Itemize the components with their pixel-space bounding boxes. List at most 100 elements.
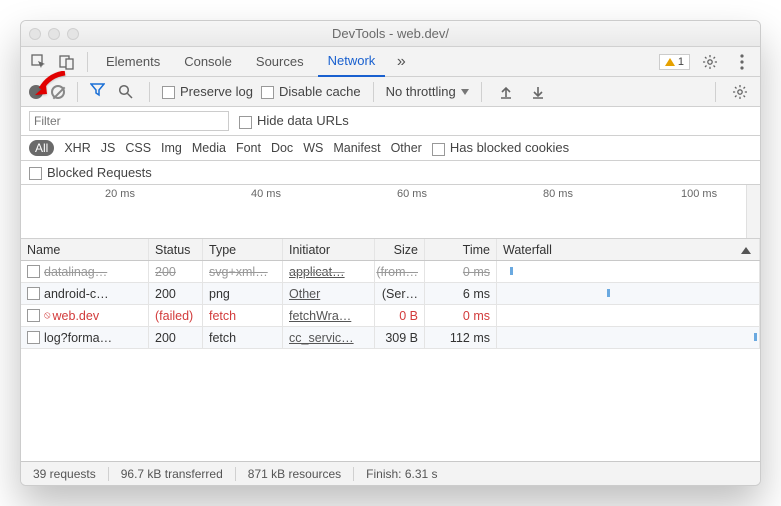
tab-elements[interactable]: Elements <box>96 47 170 77</box>
blocked-requests-label: Blocked Requests <box>47 165 152 180</box>
cell-waterfall <box>497 283 760 304</box>
search-icon[interactable] <box>113 80 137 104</box>
table-row[interactable]: log?forma…200fetchcc_servic…309 B112 ms <box>21 327 760 349</box>
timeline-tick: 20 ms <box>105 188 135 200</box>
disable-cache-checkbox[interactable]: Disable cache <box>261 84 361 99</box>
preserve-log-label: Preserve log <box>180 84 253 99</box>
cell-size: (from… <box>375 261 425 282</box>
cell-status: 200 <box>149 327 203 348</box>
col-size[interactable]: Size <box>375 239 425 260</box>
row-checkbox[interactable] <box>27 331 40 344</box>
col-initiator[interactable]: Initiator <box>283 239 375 260</box>
col-type[interactable]: Type <box>203 239 283 260</box>
cell-initiator[interactable]: fetchWra… <box>283 305 375 326</box>
timeline-overview[interactable]: 20 ms 40 ms 60 ms 80 ms 100 ms <box>21 185 760 239</box>
filter-other[interactable]: Other <box>391 141 422 155</box>
table-row[interactable]: ⦸web.dev(failed)fetchfetchWra…0 B0 ms <box>21 305 760 327</box>
filter-js[interactable]: JS <box>101 141 116 155</box>
filter-doc[interactable]: Doc <box>271 141 293 155</box>
filter-bar: Hide data URLs <box>21 107 760 136</box>
col-time[interactable]: Time <box>425 239 497 260</box>
filter-icon[interactable] <box>90 82 105 101</box>
import-har-icon[interactable] <box>494 80 518 104</box>
tab-network[interactable]: Network <box>318 47 386 77</box>
tab-console[interactable]: Console <box>174 47 242 77</box>
separator <box>373 82 374 102</box>
warnings-badge[interactable]: 1 <box>659 54 690 70</box>
hide-data-urls-checkbox[interactable]: Hide data URLs <box>239 113 349 128</box>
cell-name: ⦸web.dev <box>21 305 149 326</box>
chevron-down-icon <box>461 89 469 95</box>
settings-icon[interactable] <box>698 50 722 74</box>
preserve-log-checkbox[interactable]: Preserve log <box>162 84 253 99</box>
separator <box>149 82 150 102</box>
filter-manifest[interactable]: Manifest <box>333 141 380 155</box>
filter-input[interactable] <box>29 111 229 131</box>
cell-waterfall <box>497 305 760 326</box>
cell-size: (Ser… <box>375 283 425 304</box>
export-har-icon[interactable] <box>526 80 550 104</box>
table-body: datalinag…200svg+xml…applicat…(from…0 ms… <box>21 261 760 349</box>
table-row[interactable]: datalinag…200svg+xml…applicat…(from…0 ms <box>21 261 760 283</box>
filter-ws[interactable]: WS <box>303 141 323 155</box>
cell-initiator[interactable]: Other <box>283 283 375 304</box>
filter-xhr[interactable]: XHR <box>64 141 90 155</box>
col-status[interactable]: Status <box>149 239 203 260</box>
cell-name: log?forma… <box>21 327 149 348</box>
device-toggle-icon[interactable] <box>55 50 79 74</box>
cell-initiator[interactable]: applicat… <box>283 261 375 282</box>
warnings-count: 1 <box>678 56 684 68</box>
timeline-tick: 100 ms <box>681 188 717 200</box>
cell-type: png <box>203 283 283 304</box>
status-requests: 39 requests <box>21 467 109 481</box>
blocked-cookies-checkbox[interactable]: Has blocked cookies <box>432 140 569 155</box>
cell-initiator[interactable]: cc_servic… <box>283 327 375 348</box>
filter-css[interactable]: CSS <box>125 141 151 155</box>
table-header: Name Status Type Initiator Size Time Wat… <box>21 239 760 261</box>
col-name[interactable]: Name <box>21 239 149 260</box>
requests-table: Name Status Type Initiator Size Time Wat… <box>21 239 760 461</box>
window-title: DevTools - web.dev/ <box>21 26 760 41</box>
separator <box>715 82 716 102</box>
disable-cache-label: Disable cache <box>279 84 361 99</box>
separator <box>77 82 78 102</box>
status-bar: 39 requests 96.7 kB transferred 871 kB r… <box>21 461 760 485</box>
clear-icon[interactable] <box>51 85 65 99</box>
network-settings-icon[interactable] <box>728 80 752 104</box>
filter-font[interactable]: Font <box>236 141 261 155</box>
status-resources: 871 kB resources <box>236 467 354 481</box>
timeline-tick: 80 ms <box>543 188 573 200</box>
inspect-icon[interactable] <box>27 50 51 74</box>
blocked-cookies-label: Has blocked cookies <box>450 140 569 155</box>
cell-waterfall <box>497 327 760 348</box>
row-checkbox[interactable] <box>27 287 40 300</box>
kebab-menu-icon[interactable] <box>730 50 754 74</box>
blocked-requests-checkbox[interactable]: Blocked Requests <box>29 165 152 180</box>
status-finish: Finish: 6.31 s <box>354 467 449 481</box>
main-tabbar: Elements Console Sources Network » 1 <box>21 47 760 77</box>
separator <box>481 82 482 102</box>
col-waterfall[interactable]: Waterfall <box>497 239 760 260</box>
blocked-requests-bar: Blocked Requests <box>21 161 760 185</box>
cell-status: 200 <box>149 283 203 304</box>
tab-sources[interactable]: Sources <box>246 47 314 77</box>
throttling-label: No throttling <box>386 84 456 99</box>
titlebar: DevTools - web.dev/ <box>21 21 760 47</box>
more-tabs-icon[interactable]: » <box>389 50 413 74</box>
record-button[interactable] <box>29 85 43 99</box>
cell-time: 0 ms <box>425 305 497 326</box>
row-checkbox[interactable] <box>27 265 40 278</box>
cell-time: 0 ms <box>425 261 497 282</box>
scrollbar[interactable] <box>746 185 760 238</box>
table-row[interactable]: android-c…200pngOther(Ser…6 ms <box>21 283 760 305</box>
row-checkbox[interactable] <box>27 309 40 322</box>
cell-status: 200 <box>149 261 203 282</box>
hide-data-urls-label: Hide data URLs <box>257 113 349 128</box>
filter-media[interactable]: Media <box>192 141 226 155</box>
throttling-select[interactable]: No throttling <box>386 84 469 99</box>
cell-type: svg+xml… <box>203 261 283 282</box>
filter-img[interactable]: Img <box>161 141 182 155</box>
filter-all[interactable]: All <box>29 140 54 156</box>
cell-waterfall <box>497 261 760 282</box>
col-waterfall-label: Waterfall <box>503 243 552 257</box>
